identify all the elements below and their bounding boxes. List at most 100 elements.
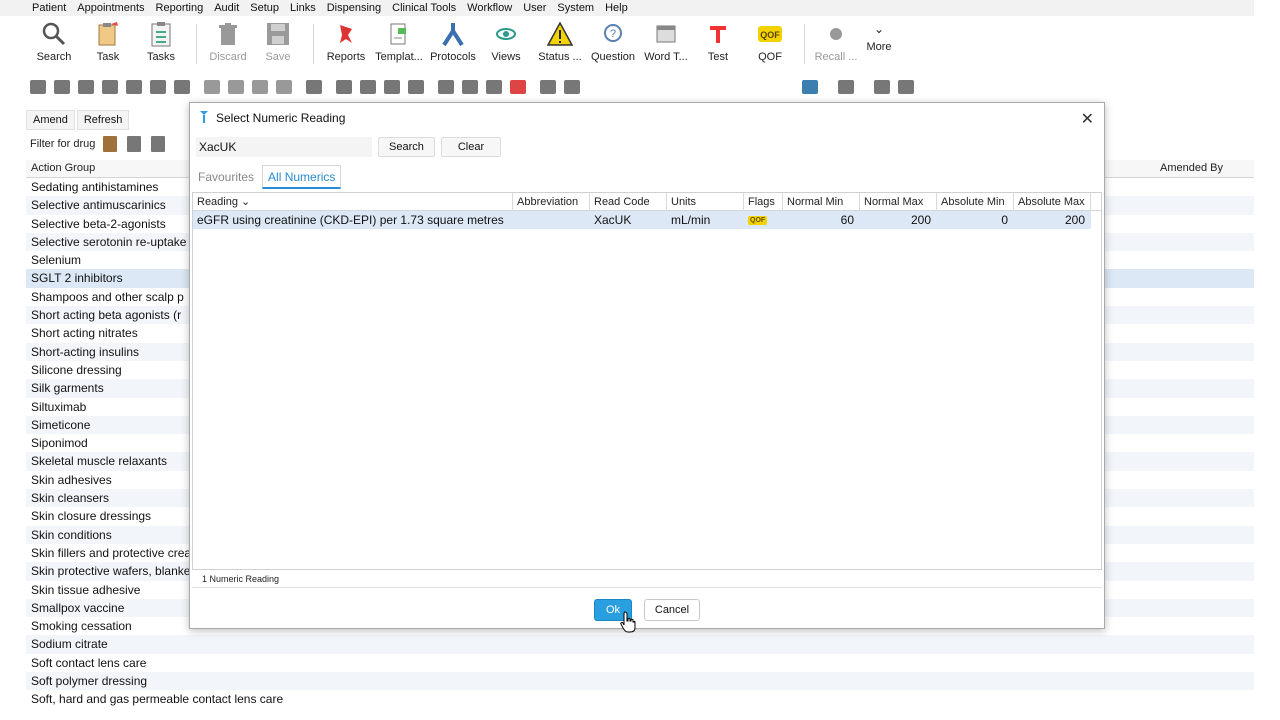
device-icon[interactable] xyxy=(228,80,244,94)
flag-icon[interactable] xyxy=(204,80,220,94)
col-units[interactable]: Units xyxy=(667,193,744,211)
list-item[interactable]: Sodium citrate xyxy=(26,635,1254,654)
pin-icon xyxy=(332,20,360,48)
menu-appointments[interactable]: Appointments xyxy=(77,2,144,14)
qof-flag-badge: QOF xyxy=(748,216,768,226)
oval-icon[interactable] xyxy=(564,80,580,94)
col-normal-max[interactable]: Normal Max xyxy=(860,193,937,211)
menu-clinical-tools[interactable]: Clinical Tools xyxy=(392,2,456,14)
tab-all-numerics[interactable]: All Numerics xyxy=(262,165,342,189)
cell-absolute-min: 0 xyxy=(1001,213,1008,227)
cell-abbreviation xyxy=(513,211,590,229)
box-icon[interactable] xyxy=(838,80,854,94)
arrows-icon[interactable] xyxy=(174,80,190,94)
col-normal-min[interactable]: Normal Min xyxy=(783,193,860,211)
paste2-icon[interactable] xyxy=(486,80,502,94)
card-icon[interactable] xyxy=(126,80,142,94)
col-reading[interactable]: Reading ⌄ xyxy=(193,193,513,211)
col-absolute-max[interactable]: Absolute Max xyxy=(1014,193,1091,211)
recall-button[interactable]: Recall ... xyxy=(813,20,859,70)
status-button[interactable]: Status ... xyxy=(534,20,586,70)
result-count-status: 1 Numeric Reading xyxy=(192,570,1102,588)
menu-reporting[interactable]: Reporting xyxy=(156,2,204,14)
clear-button[interactable]: Clear xyxy=(440,137,502,157)
cell-read-code: XacUK xyxy=(594,213,632,227)
chart-icon[interactable] xyxy=(336,80,352,94)
calendar-icon[interactable] xyxy=(510,80,526,94)
dialog-app-icon xyxy=(198,110,210,127)
search-button[interactable]: Search xyxy=(378,137,435,157)
question-button[interactable]: ? Question xyxy=(586,20,640,70)
toolbar-separator xyxy=(804,24,805,64)
info-icon[interactable] xyxy=(127,136,142,152)
copy-icon[interactable] xyxy=(438,80,454,94)
menu-setup[interactable]: Setup xyxy=(250,2,279,14)
grid-icon[interactable] xyxy=(54,80,70,94)
readings-grid: Reading ⌄ Abbreviation Read Code Units F… xyxy=(192,192,1102,570)
templates-button[interactable]: Templat... xyxy=(370,20,428,70)
table-row[interactable]: eGFR using creatinine (CKD-EPI) per 1.73… xyxy=(193,211,1091,229)
header-amended-by[interactable]: Amended By xyxy=(1160,162,1223,174)
barcode-icon[interactable] xyxy=(384,80,400,94)
col-absolute-min[interactable]: Absolute Min xyxy=(937,193,1014,211)
syringe-icon[interactable] xyxy=(252,80,268,94)
bottle-icon[interactable] xyxy=(150,80,166,94)
col-abbreviation[interactable]: Abbreviation xyxy=(513,193,590,211)
table-icon[interactable] xyxy=(276,80,292,94)
printer2-icon[interactable] xyxy=(898,80,914,94)
arrow-right-icon[interactable] xyxy=(306,80,322,94)
dialog-search-row: Search Clear xyxy=(196,137,502,157)
menu-dispensing[interactable]: Dispensing xyxy=(327,2,381,14)
cancel-button[interactable]: Cancel xyxy=(644,599,700,621)
pencil-icon[interactable] xyxy=(30,80,46,94)
reports-button[interactable]: Reports xyxy=(322,20,370,70)
phone-icon[interactable] xyxy=(78,80,94,94)
filter-row: Filter for drug xyxy=(26,136,175,152)
list-item[interactable]: Soft contact lens care xyxy=(26,654,1254,672)
save-button[interactable]: Save xyxy=(251,20,305,70)
bar-chart-icon[interactable] xyxy=(802,80,818,94)
menu-user[interactable]: User xyxy=(523,2,546,14)
user-edit-icon[interactable] xyxy=(102,80,118,94)
search-button[interactable]: Search xyxy=(26,20,82,70)
checklist-icon xyxy=(147,20,175,48)
paste-icon[interactable] xyxy=(462,80,478,94)
printer-icon[interactable] xyxy=(874,80,890,94)
tab-favourites[interactable]: Favourites xyxy=(196,165,256,189)
word-template-button[interactable]: Word T... xyxy=(640,20,692,70)
tools-icon[interactable] xyxy=(360,80,376,94)
list-item[interactable]: Soft, hard and gas permeable contact len… xyxy=(26,690,1254,708)
views-button[interactable]: Views xyxy=(478,20,534,70)
secondary-toolbar xyxy=(30,78,922,96)
qof-button[interactable]: QOF QOF xyxy=(744,20,796,70)
protocols-button[interactable]: Protocols xyxy=(428,20,478,70)
col-read-code[interactable]: Read Code xyxy=(590,193,667,211)
menu-system[interactable]: System xyxy=(557,2,594,14)
discard-button[interactable]: Discard xyxy=(205,20,251,70)
menu-patient[interactable]: Patient xyxy=(32,2,66,14)
col-flags[interactable]: Flags xyxy=(744,193,783,211)
menu-help[interactable]: Help xyxy=(605,2,628,14)
task-button[interactable]: Task xyxy=(82,20,134,70)
header-action-group[interactable]: Action Group xyxy=(31,162,95,174)
tasks-button[interactable]: Tasks xyxy=(134,20,188,70)
filter-label: Filter for drug xyxy=(30,138,96,150)
menu-audit[interactable]: Audit xyxy=(214,2,239,14)
hand-cursor-icon xyxy=(620,611,636,633)
magnifier-icon xyxy=(40,20,68,48)
more-button[interactable]: ⌄ More xyxy=(859,20,899,70)
bottle-filter-icon[interactable] xyxy=(103,136,118,152)
link-icon[interactable] xyxy=(408,80,424,94)
cell-normal-min: 60 xyxy=(840,213,854,227)
menu-links[interactable]: Links xyxy=(290,2,316,14)
menu-workflow[interactable]: Workflow xyxy=(467,2,512,14)
reading-search-input[interactable] xyxy=(196,137,372,157)
close-icon[interactable]: ✕ xyxy=(1081,109,1094,129)
merge-icon[interactable] xyxy=(540,80,556,94)
amend-button[interactable]: Amend xyxy=(26,110,75,130)
test-button[interactable]: Test xyxy=(692,20,744,70)
refresh-button[interactable]: Refresh xyxy=(76,110,130,130)
list-item[interactable]: Soft polymer dressing xyxy=(26,672,1254,691)
select-numeric-reading-dialog: Select Numeric Reading ✕ Search Clear Fa… xyxy=(189,102,1105,629)
column-icon[interactable] xyxy=(151,136,166,152)
